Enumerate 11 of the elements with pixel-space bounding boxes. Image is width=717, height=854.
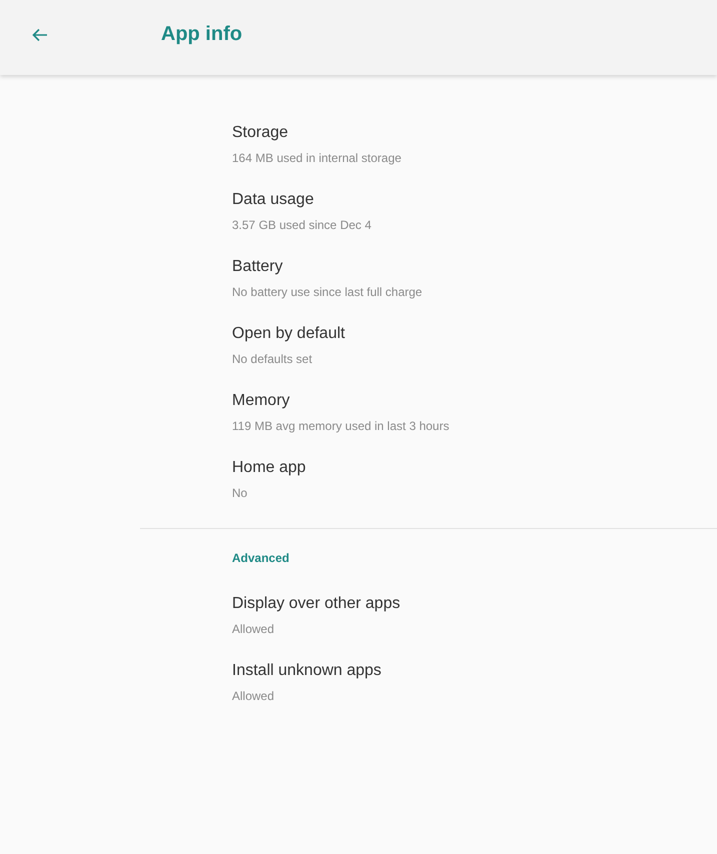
settings-item[interactable]: Display over other apps Allowed <box>0 583 717 650</box>
page-title: App info <box>161 23 242 46</box>
settings-item[interactable]: Memory 119 MB avg memory used in last 3 hours <box>0 380 717 447</box>
settings-item[interactable]: Battery No battery use since last full charge <box>0 246 717 313</box>
section-header: Advanced <box>231 550 290 567</box>
settings-item[interactable]: Open by default No defaults set <box>0 313 717 380</box>
settings-item[interactable]: Install unknown apps Allowed <box>0 650 717 717</box>
settings-item[interactable]: Home app No <box>0 447 717 514</box>
settings-item[interactable]: Storage 164 MB used in internal storage <box>0 112 717 179</box>
back-arrow-icon[interactable] <box>32 28 48 42</box>
settings-item[interactable]: Data usage 3.57 GB used since Dec 4 <box>0 179 717 246</box>
